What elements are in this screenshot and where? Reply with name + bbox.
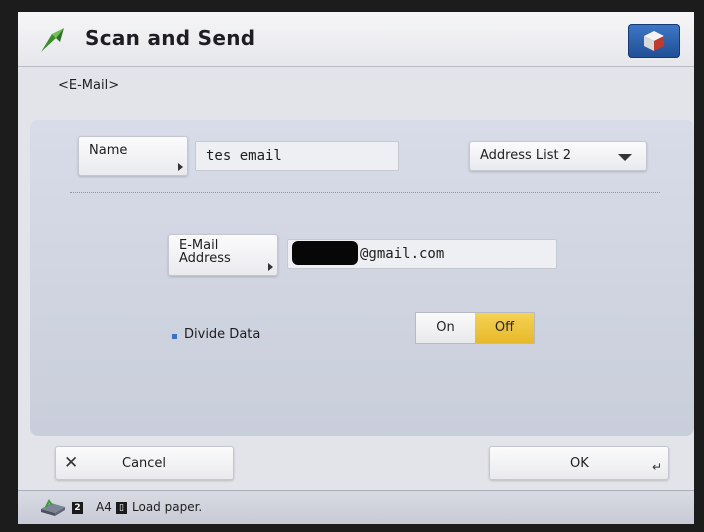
cancel-button[interactable]: ✕ Cancel <box>55 446 234 480</box>
enter-icon: ↵ <box>651 460 662 474</box>
tray-number: 2 <box>72 502 83 514</box>
email-address-button[interactable]: E-Mail Address <box>168 234 278 276</box>
bullet-icon <box>172 334 177 339</box>
divide-off-option[interactable]: Off <box>475 313 534 343</box>
title-bar: Scan and Send <box>18 12 694 66</box>
name-button[interactable]: Name <box>78 136 188 176</box>
breadcrumb: <E-Mail> <box>58 78 120 93</box>
email-address-field[interactable]: @gmail.com <box>287 239 557 269</box>
ok-button[interactable]: OK ↵ <box>489 446 669 480</box>
paper-tray-icon <box>41 499 65 516</box>
redacted-block <box>292 241 358 265</box>
divide-on-option[interactable]: On <box>416 313 475 343</box>
settings-panel: Name tes email Address List 2 E-Mail Add… <box>30 120 694 436</box>
close-icon: ✕ <box>64 453 79 473</box>
divide-data-toggle: On Off <box>415 312 535 344</box>
chevron-down-icon <box>618 154 632 161</box>
email-address-label: E-Mail Address <box>179 239 249 265</box>
name-field[interactable]: tes email <box>195 141 399 171</box>
cancel-label: Cancel <box>122 456 167 471</box>
status-bar: 2 A4 ▯ Load paper. <box>18 490 694 524</box>
dotted-divider <box>70 192 660 193</box>
paper-orientation-icon: ▯ <box>116 502 127 514</box>
scan-send-icon <box>41 28 64 52</box>
email-domain: @gmail.com <box>360 246 445 262</box>
address-list-label: Address List 2 <box>480 148 572 163</box>
arrow-right-icon <box>178 163 183 171</box>
cube-menu-icon <box>644 31 664 51</box>
status-message: Load paper. <box>132 500 203 514</box>
paper-size: A4 <box>96 500 112 514</box>
page-title: Scan and Send <box>85 26 256 50</box>
menu-button[interactable] <box>628 24 680 58</box>
name-button-label: Name <box>89 143 128 158</box>
divide-data-label: Divide Data <box>184 327 261 342</box>
header-divider <box>18 66 694 67</box>
ok-label: OK <box>570 456 589 471</box>
touch-screen: Scan and Send <E-Mail> Name tes email Ad… <box>18 12 694 524</box>
address-list-dropdown[interactable]: Address List 2 <box>469 141 647 171</box>
email-label-line2: Address <box>179 251 231 266</box>
arrow-right-icon <box>268 263 273 271</box>
